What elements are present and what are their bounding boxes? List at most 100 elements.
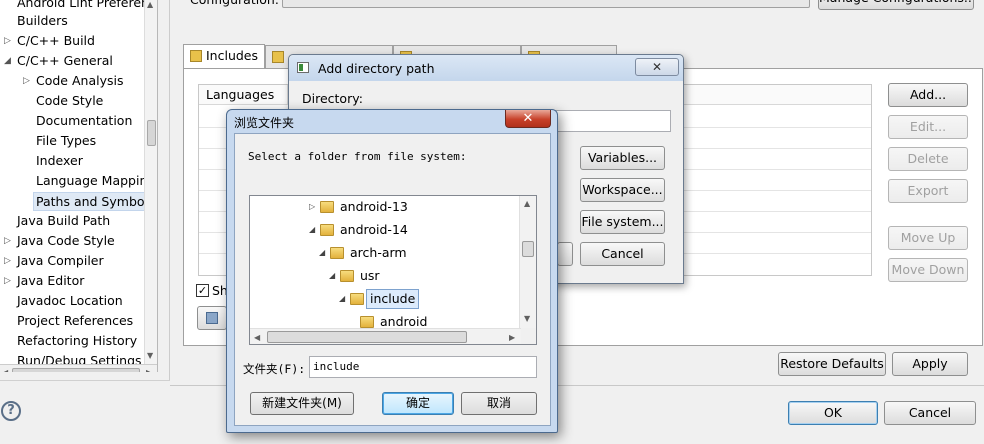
expand-arrow-icon[interactable]: ▷ xyxy=(4,251,14,271)
folder-name: android-13 xyxy=(340,199,408,214)
scrollbar-thumb[interactable] xyxy=(147,120,156,146)
folder-name: android-14 xyxy=(340,222,408,237)
folder-tree-vertical-scrollbar[interactable]: ▲ ▼ xyxy=(519,196,536,328)
edit-button[interactable]: Edit... xyxy=(888,115,968,139)
tree-item-label: Code Analysis xyxy=(36,73,124,88)
tree-item-label: Java Editor xyxy=(17,273,85,288)
dialog-cancel-button[interactable]: Cancel xyxy=(580,242,665,266)
configuration-select[interactable] xyxy=(282,0,810,8)
folder-tree[interactable]: ▷ android-13 ◢ android-14 ◢ arch-arm ◢ u… xyxy=(249,195,537,345)
scrollbar-thumb[interactable] xyxy=(522,241,534,257)
expand-arrow-icon[interactable]: ▷ xyxy=(309,196,319,218)
move-up-button[interactable]: Move Up xyxy=(888,226,968,250)
instruction-text: Select a folder from file system: xyxy=(248,150,467,163)
ok-button-hidden[interactable] xyxy=(557,242,573,266)
folder-tree-horizontal-scrollbar[interactable]: ◀ ▶ xyxy=(250,328,521,344)
manage-configurations-button[interactable]: Manage Configurations... xyxy=(818,0,974,10)
settings-icon xyxy=(206,312,218,324)
expand-arrow-icon[interactable]: ▷ xyxy=(4,231,14,251)
tree-item-label: C/C++ Build xyxy=(17,33,95,48)
move-down-button[interactable]: Move Down xyxy=(888,258,968,282)
import-export-settings-button[interactable] xyxy=(197,306,227,330)
collapse-arrow-icon[interactable]: ◢ xyxy=(309,219,319,241)
scroll-up-icon[interactable]: ▲ xyxy=(147,0,153,9)
expand-arrow-icon[interactable]: ▷ xyxy=(4,271,14,291)
ok-button[interactable]: OK xyxy=(788,401,878,425)
workspace-button[interactable]: Workspace... xyxy=(580,178,665,202)
help-icon[interactable]: ? xyxy=(1,401,21,421)
folder-name: include xyxy=(366,289,420,309)
tab-includes[interactable]: Includes xyxy=(183,44,265,69)
tree-item-label: Project References xyxy=(17,313,134,328)
confirm-button[interactable]: 确定 xyxy=(382,392,454,415)
new-folder-button[interactable]: 新建文件夹(M) xyxy=(250,392,354,415)
tree-item-label: Documentation xyxy=(36,113,133,128)
scrollbar-thumb[interactable] xyxy=(12,368,140,372)
tree-item-label: Language Mappin xyxy=(36,173,148,188)
tab-label: Includes xyxy=(206,48,259,63)
folder-icon xyxy=(320,224,334,236)
scroll-right-icon[interactable]: ▶ xyxy=(509,333,515,342)
tree-item-label: Refactoring History xyxy=(17,333,138,348)
folder-open-icon xyxy=(350,293,364,305)
scroll-left-icon[interactable]: ◀ xyxy=(254,333,260,342)
folder-item-usr[interactable]: ◢ usr xyxy=(250,265,520,287)
folder-item-android-14[interactable]: ◢ android-14 xyxy=(250,219,520,241)
dialog-body: Select a folder from file system: ▷ andr… xyxy=(234,133,551,426)
symbols-icon xyxy=(272,51,284,63)
folder-label: 文件夹(F): xyxy=(243,362,306,376)
add-button[interactable]: Add... xyxy=(888,83,968,107)
collapse-arrow-icon[interactable]: ◢ xyxy=(319,242,329,264)
folder-icon xyxy=(360,316,374,328)
folder-item-arch-arm[interactable]: ◢ arch-arm xyxy=(250,242,520,264)
tree-item-label: C/C++ General xyxy=(17,53,113,68)
file-system-button[interactable]: File system... xyxy=(580,210,665,234)
browse-cancel-button[interactable]: 取消 xyxy=(461,392,537,415)
folder-name: usr xyxy=(360,268,380,283)
show-built-in-checkbox[interactable]: ✓ xyxy=(196,284,209,297)
tree-item-label: Indexer xyxy=(36,153,83,168)
browse-folder-dialog: 浏览文件夹 ✕ Select a folder from file system… xyxy=(226,109,558,433)
folder-item-android-13[interactable]: ▷ android-13 xyxy=(250,196,520,218)
folder-name-input[interactable]: include xyxy=(309,356,537,378)
window-icon xyxy=(297,62,309,73)
cancel-button[interactable]: Cancel xyxy=(884,401,976,425)
scrollbar-thumb[interactable] xyxy=(267,331,467,343)
variables-button[interactable]: Variables... xyxy=(580,146,665,170)
scroll-down-icon[interactable]: ▼ xyxy=(147,351,153,360)
restore-defaults-button[interactable]: Restore Defaults xyxy=(778,352,886,376)
preferences-tree[interactable]: Android Lint Preferen Builders ▷ C/C++ Bu… xyxy=(0,0,158,372)
dialog-titlebar[interactable]: 浏览文件夹 ✕ xyxy=(227,110,557,132)
collapse-arrow-icon[interactable]: ◢ xyxy=(329,265,339,287)
tree-vertical-scrollbar[interactable]: ▲ ▼ xyxy=(144,0,157,364)
tree-item-label: Javadoc Location xyxy=(17,293,123,308)
collapse-arrow-icon[interactable]: ◢ xyxy=(339,288,349,310)
scroll-left-icon[interactable]: ◀ xyxy=(2,368,8,372)
tree-item-label: Code Style xyxy=(36,93,104,108)
sash-splitter[interactable] xyxy=(158,0,170,380)
expand-arrow-icon[interactable]: ▷ xyxy=(4,31,14,51)
apply-button[interactable]: Apply xyxy=(892,352,968,376)
expand-arrow-icon[interactable]: ▷ xyxy=(23,71,33,91)
tree-item-label: Java Build Path xyxy=(17,213,111,228)
scrollbar-corner xyxy=(521,328,536,344)
dialog-title: Add directory path xyxy=(318,61,435,76)
folder-icon xyxy=(320,201,334,213)
export-button[interactable]: Export xyxy=(888,179,968,203)
tree-item-label: Java Compiler xyxy=(17,253,104,268)
configuration-label: Configuration: xyxy=(190,0,279,8)
close-icon[interactable]: ✕ xyxy=(635,58,679,76)
dialog-titlebar[interactable]: Add directory path ✕ xyxy=(289,55,683,81)
tree-horizontal-scrollbar[interactable]: ◀ ▶ xyxy=(0,364,157,372)
close-icon[interactable]: ✕ xyxy=(505,110,551,128)
folder-icon xyxy=(330,247,344,259)
collapse-arrow-icon[interactable]: ◢ xyxy=(4,51,14,71)
delete-button[interactable]: Delete xyxy=(888,147,968,171)
languages-header[interactable]: Languages xyxy=(206,87,274,102)
folder-name: arch-arm xyxy=(350,245,407,260)
scroll-right-icon[interactable]: ▶ xyxy=(146,368,152,372)
scroll-up-icon[interactable]: ▲ xyxy=(524,199,530,208)
folder-item-include[interactable]: ◢ include xyxy=(250,288,520,310)
tree-item-label: Paths and Symbols xyxy=(33,192,157,211)
scroll-down-icon[interactable]: ▼ xyxy=(524,314,530,323)
